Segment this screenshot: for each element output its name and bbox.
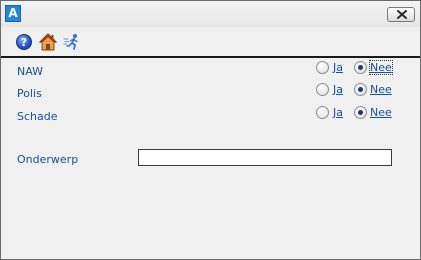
schade-label: Schade <box>17 110 58 123</box>
app-logo-icon: A <box>5 5 21 22</box>
naw-label: NAW <box>17 65 44 78</box>
close-button[interactable] <box>387 7 415 22</box>
naw-option-ja[interactable]: Ja <box>333 61 343 74</box>
schade-radio-nee[interactable] <box>354 106 367 119</box>
naw-option-nee[interactable]: Nee <box>369 60 393 75</box>
help-icon[interactable]: ? <box>15 33 33 51</box>
polis-option-ja[interactable]: Ja <box>333 83 343 96</box>
schade-radio-ja[interactable] <box>316 106 329 119</box>
svg-text:?: ? <box>21 36 27 49</box>
subject-input[interactable] <box>138 149 392 166</box>
schade-option-ja[interactable]: Ja <box>333 106 343 119</box>
naw-radio-ja[interactable] <box>316 61 329 74</box>
title-bar[interactable]: A <box>1 1 420 27</box>
dialog-window: A ? NAW Ja Nee Polis Ja Nee Schade Ja Ne… <box>0 0 421 260</box>
naw-option-ja-text: Ja <box>333 61 343 74</box>
close-icon <box>397 10 407 19</box>
naw-option-nee-text: Nee <box>370 61 392 74</box>
app-logo-letter: A <box>8 6 18 20</box>
schade-option-nee[interactable]: Nee <box>370 106 392 119</box>
toolbar: ? <box>1 28 420 56</box>
polis-option-nee-text: Nee <box>370 83 392 96</box>
subject-label: Onderwerp <box>17 153 79 166</box>
polis-option-ja-text: Ja <box>333 83 343 96</box>
toolbar-divider <box>1 56 420 58</box>
home-icon[interactable] <box>38 33 58 51</box>
naw-radio-nee[interactable] <box>354 61 367 74</box>
polis-radio-ja[interactable] <box>316 83 329 96</box>
schade-option-nee-text: Nee <box>370 106 392 119</box>
polis-label: Polis <box>17 87 42 100</box>
schade-option-ja-text: Ja <box>333 106 343 119</box>
polis-radio-nee[interactable] <box>354 83 367 96</box>
polis-option-nee[interactable]: Nee <box>370 83 392 96</box>
running-person-icon[interactable] <box>63 33 81 51</box>
